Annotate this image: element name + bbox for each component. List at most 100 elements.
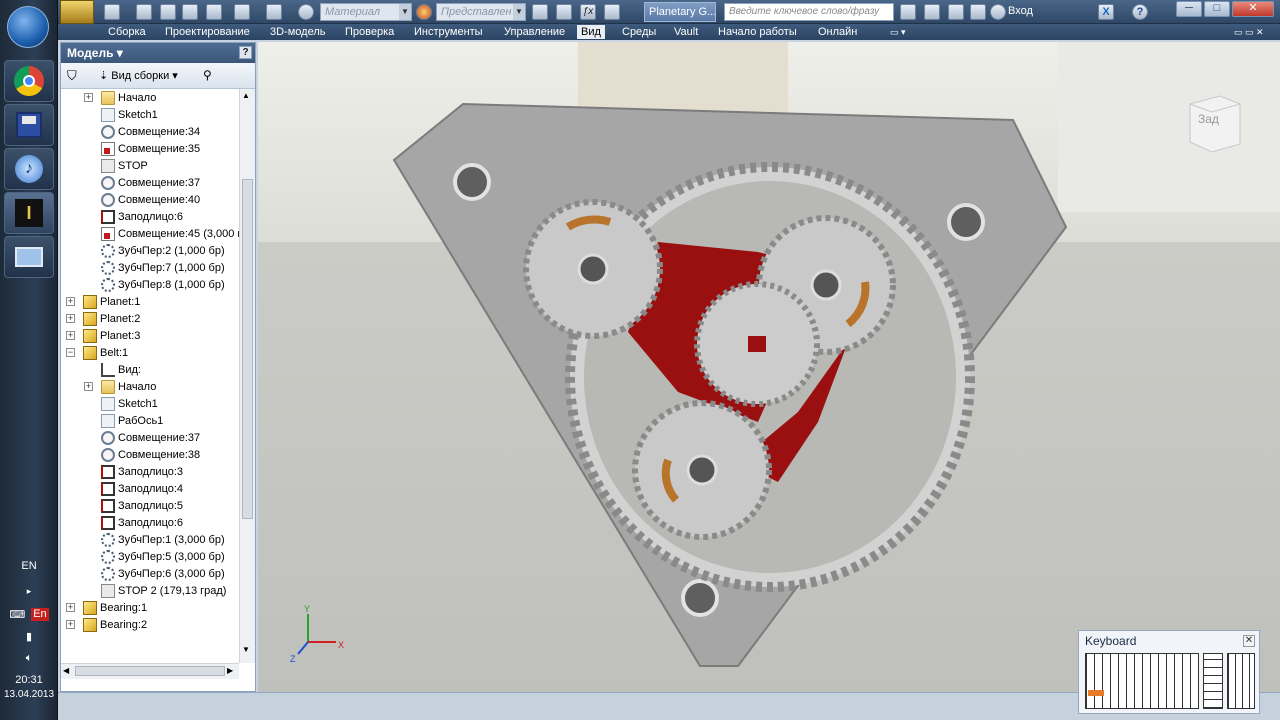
tree-item[interactable]: STOP 2 (179,13 град) [101,582,226,599]
keyboard-nav-keys[interactable] [1203,653,1223,709]
tree-item[interactable]: Совмещение:38 [101,446,200,463]
start-button[interactable] [7,6,49,48]
tray-expand-icon[interactable]: ▸ [0,586,58,597]
inventor-icon[interactable]: I [4,192,54,234]
tab-get-started[interactable]: Начало работы [718,25,797,39]
scroll-right-icon[interactable]: ▶ [227,666,233,675]
tree-item[interactable]: Sketch1 [101,106,158,123]
horizontal-scrollbar[interactable]: ◀ ▶ [61,663,239,679]
tab-design[interactable]: Проектирование [165,25,250,39]
tab-inspect[interactable]: Проверка [345,25,394,39]
ribbon-options-icon[interactable]: ▭ ▾ [890,25,906,39]
representation-combo[interactable]: Представлен ▼ [436,3,526,21]
maximize-button[interactable]: □ [1204,1,1230,17]
remote-icon[interactable] [4,236,54,278]
tree-item[interactable]: Совмещение:35 [101,140,200,157]
parameters-icon[interactable]: ƒx [580,4,596,20]
scroll-left-icon[interactable]: ◀ [63,666,69,675]
keyboard-numpad[interactable] [1227,653,1255,709]
help-icon[interactable]: ? [239,46,252,59]
tree-item[interactable]: РабОсь1 [101,412,163,429]
new-file-icon[interactable] [104,4,120,20]
clock-date[interactable]: 13.04.2013 [0,689,58,700]
expand-icon[interactable]: + [66,620,75,629]
tree-item[interactable]: + Начало [84,378,156,395]
tab-manage[interactable]: Управление [504,25,565,39]
tree-item[interactable]: Вид: [101,361,141,378]
signin-link[interactable]: Вход [1008,5,1033,17]
ucs-icon[interactable] [604,4,620,20]
tree-item[interactable]: Заподлицо:4 [101,480,183,497]
hscroll-thumb[interactable] [75,666,225,676]
doc-window-controls[interactable]: ▭ ▭ ✕ [1234,25,1264,39]
scrollbar-thumb[interactable] [242,179,253,519]
appearance-icon[interactable] [416,4,432,20]
document-tab[interactable]: Planetary G... [644,2,716,22]
tree-item[interactable]: Совмещение:34 [101,123,200,140]
exchange-icon[interactable]: X [1098,4,1114,20]
save-icon[interactable] [160,4,176,20]
save-icon[interactable] [4,104,54,146]
tree-item[interactable]: + Bearing:1 [66,599,147,616]
tab-view[interactable]: Вид [577,25,605,39]
tree-item[interactable]: Заподлицо:6 [101,514,183,531]
select-icon[interactable] [298,4,314,20]
favorites-icon[interactable] [970,4,986,20]
tree-item[interactable]: + Planet:1 [66,293,140,310]
keyboard-tray-icon[interactable]: ⌨ [9,608,25,621]
tools-icon[interactable] [924,4,940,20]
input-language-icon[interactable]: En [31,608,49,621]
close-button[interactable]: ✕ [1232,1,1274,17]
tree-item[interactable]: ЗубчПер:5 (3,000 бр) [101,548,225,565]
scroll-up-icon[interactable]: ▲ [242,91,250,100]
tree-item[interactable]: Заподлицо:5 [101,497,183,514]
user-icon[interactable] [990,4,1006,20]
redo-icon[interactable] [206,4,222,20]
tree-item[interactable]: Совмещение:45 (3,000 м [101,225,239,242]
itunes-icon[interactable]: ♪ [4,148,54,190]
minimize-button[interactable]: ─ [1176,1,1202,17]
subscription-icon[interactable] [948,4,964,20]
expand-icon[interactable]: + [66,331,75,340]
tab-assembly[interactable]: Сборка [108,25,146,39]
expand-icon[interactable]: + [66,603,75,612]
binoculars-icon[interactable] [900,4,916,20]
tree-item[interactable]: + Planet:2 [66,310,140,327]
clock-time[interactable]: 20:31 [0,674,58,686]
search-input[interactable]: Введите ключевое слово/фразу [724,3,894,21]
tree-item[interactable]: ЗубчПер:6 (3,000 бр) [101,565,225,582]
tab-online[interactable]: Онлайн [818,25,857,39]
tree-item[interactable]: ЗубчПер:8 (1,000 бр) [101,276,225,293]
inventor-logo-button[interactable] [60,0,94,24]
undo-icon[interactable] [182,4,198,20]
measure-icon[interactable] [532,4,548,20]
material-combo[interactable]: Материал ▼ [320,3,412,21]
expand-icon[interactable]: + [66,297,75,306]
on-screen-keyboard-panel[interactable]: Keyboard ✕ [1078,630,1260,714]
expand-icon[interactable]: + [84,382,93,391]
tab-3d-model[interactable]: 3D-модель [270,25,325,39]
tree-item[interactable]: + Planet:3 [66,327,140,344]
expand-icon[interactable]: + [84,93,93,102]
find-icon[interactable]: ⚲ [203,68,212,82]
tree-item[interactable]: ЗубчПер:7 (1,000 бр) [101,259,225,276]
volume-icon[interactable]: 🔈︎ [0,652,58,665]
tree-item[interactable]: − Belt:1 [66,344,128,361]
close-icon[interactable]: ✕ [1243,635,1255,647]
tree-item[interactable]: ЗубчПер:1 (3,000 бр) [101,531,225,548]
viewcube[interactable]: Зад [1184,92,1242,154]
tree-item[interactable]: Совмещение:40 [101,191,200,208]
tree-item[interactable]: ЗубчПер:2 (1,000 бр) [101,242,225,259]
vertical-scrollbar[interactable]: ▲ ▼ [239,89,255,663]
device-tray-icon[interactable]: ▮ [0,630,58,643]
tree-item[interactable]: Совмещение:37 [101,174,200,191]
scroll-down-icon[interactable]: ▼ [242,645,250,654]
graphics-viewport[interactable]: Y X Z Зад [258,42,1280,692]
tree-item[interactable]: Заподлицо:3 [101,463,183,480]
clear-icon[interactable] [556,4,572,20]
assembly-view-dropdown[interactable]: ⇣ Вид сборки ▾ [99,69,178,82]
tree-item[interactable]: Заподлицо:6 [101,208,183,225]
tree-item[interactable]: Sketch1 [101,395,158,412]
collapse-icon[interactable]: − [66,348,75,357]
tree-item[interactable]: + Начало [84,89,156,106]
